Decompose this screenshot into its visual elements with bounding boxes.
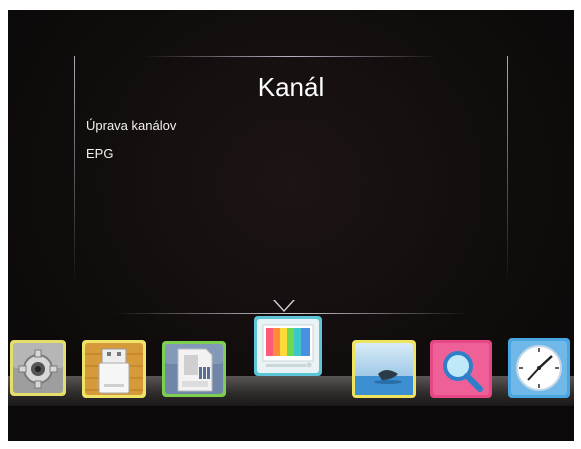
search-icon[interactable] xyxy=(430,340,492,398)
settings-icon[interactable] xyxy=(10,340,66,396)
tv-channel-icon[interactable] xyxy=(254,316,322,376)
panel-top-line xyxy=(144,56,438,57)
clock-icon[interactable] xyxy=(508,338,570,398)
menu-item-channel-edit[interactable]: Úprava kanálov xyxy=(86,116,176,144)
panel-bottom-line xyxy=(114,313,468,314)
channel-menu: Úprava kanálov EPG xyxy=(86,116,176,172)
sd-card-icon[interactable] xyxy=(162,341,226,397)
wallpaper-icon[interactable] xyxy=(352,340,416,398)
usb-storage-icon[interactable] xyxy=(82,340,146,398)
tv-screen: Kanál Úprava kanálov EPG xyxy=(8,10,574,441)
dock-base xyxy=(8,406,574,441)
menu-item-epg[interactable]: EPG xyxy=(86,144,176,172)
page-title: Kanál xyxy=(257,72,325,102)
